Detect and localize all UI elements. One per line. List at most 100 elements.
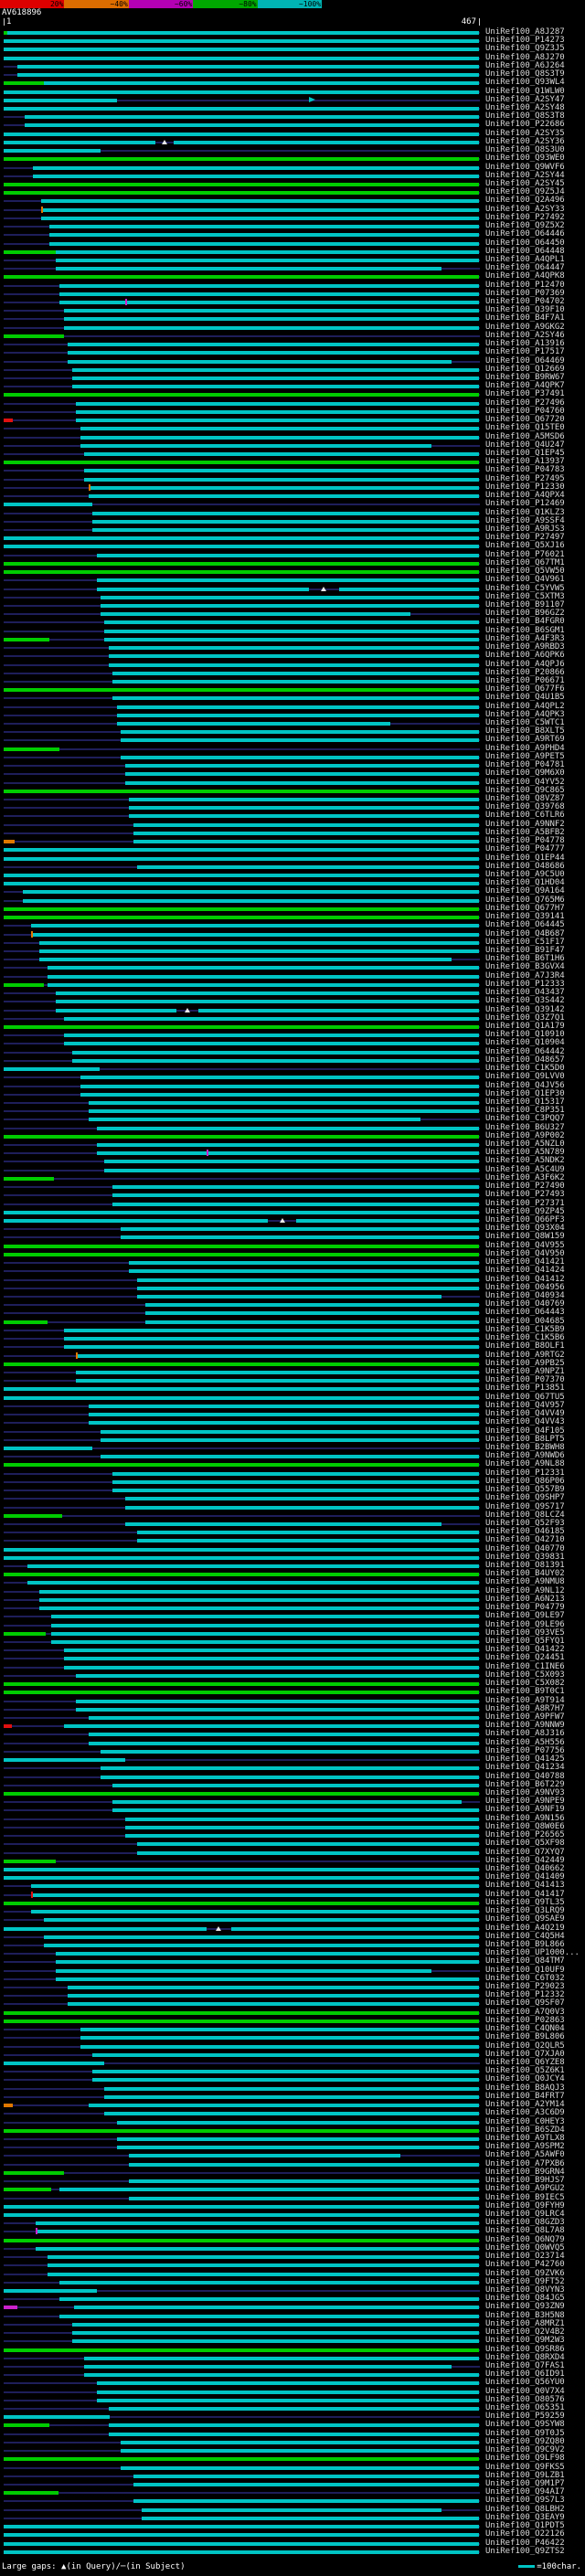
hit-label[interactable]: UniRef100_Q93WL4 bbox=[485, 79, 565, 87]
hit-bar[interactable] bbox=[4, 1210, 479, 1214]
hit-bar[interactable] bbox=[4, 39, 479, 44]
hit-bar[interactable] bbox=[137, 1277, 479, 1282]
hit-bar[interactable] bbox=[55, 1000, 479, 1004]
hit-bar[interactable] bbox=[4, 856, 479, 861]
hit-bar[interactable] bbox=[129, 2154, 401, 2158]
hit-bar[interactable] bbox=[4, 2288, 97, 2293]
hit-bar[interactable] bbox=[124, 772, 479, 777]
hit-bar[interactable] bbox=[59, 283, 479, 288]
hit-bar[interactable] bbox=[68, 359, 452, 364]
hit-bar[interactable] bbox=[4, 874, 479, 877]
hit-bar[interactable] bbox=[4, 1387, 479, 1392]
hit-bar[interactable] bbox=[4, 2238, 479, 2242]
hit-label[interactable]: UniRef100_Q93WE0 bbox=[485, 154, 565, 163]
hit-bar[interactable] bbox=[4, 503, 93, 507]
hit-bar[interactable] bbox=[4, 545, 479, 549]
hit-bar[interactable] bbox=[124, 780, 479, 785]
hit-bar[interactable] bbox=[296, 1219, 479, 1224]
hit-bar[interactable] bbox=[55, 1968, 431, 1973]
hit-bar[interactable] bbox=[88, 1109, 479, 1114]
hit-label[interactable]: UniRef100_Q5XF98 bbox=[485, 1839, 565, 1848]
hit-bar[interactable] bbox=[76, 409, 479, 414]
hit-bar[interactable] bbox=[16, 73, 479, 78]
hit-bar[interactable] bbox=[35, 2230, 479, 2234]
hit-bar[interactable] bbox=[4, 1682, 479, 1687]
hit-bar[interactable] bbox=[4, 419, 14, 423]
hit-bar[interactable] bbox=[4, 2188, 52, 2192]
hit-bar[interactable] bbox=[129, 806, 479, 811]
hit-bar[interactable] bbox=[51, 1623, 479, 1627]
hit-bar[interactable] bbox=[116, 2120, 479, 2125]
hit-bar[interactable] bbox=[49, 225, 479, 229]
hit-bar[interactable] bbox=[55, 249, 479, 254]
hit-bar[interactable] bbox=[80, 1092, 479, 1097]
hit-bar[interactable] bbox=[27, 1581, 479, 1585]
hit-bar[interactable] bbox=[4, 1573, 479, 1577]
hit-bar[interactable] bbox=[68, 1986, 479, 1990]
hit-bar[interactable] bbox=[39, 940, 479, 945]
hit-bar[interactable] bbox=[63, 1034, 479, 1038]
hit-bar[interactable] bbox=[112, 1185, 479, 1190]
hit-bar[interactable] bbox=[4, 561, 479, 566]
hit-bar[interactable] bbox=[4, 1876, 479, 1881]
hit-bar[interactable] bbox=[71, 2331, 479, 2336]
hit-label[interactable]: UniRef100_Q9LE97 bbox=[485, 1612, 565, 1620]
hit-bar[interactable] bbox=[101, 1429, 479, 1434]
hit-bar[interactable] bbox=[71, 367, 479, 372]
hit-bar[interactable] bbox=[84, 452, 479, 456]
hit-bar[interactable] bbox=[112, 696, 479, 701]
hit-bar[interactable] bbox=[4, 1867, 479, 1871]
hit-bar[interactable] bbox=[124, 1497, 479, 1501]
hit-bar[interactable] bbox=[4, 637, 50, 641]
hit-label[interactable]: UniRef100_P42760 bbox=[485, 2261, 565, 2269]
hit-bar[interactable] bbox=[121, 1235, 479, 1240]
hit-bar[interactable] bbox=[39, 1597, 479, 1602]
hit-bar[interactable] bbox=[116, 722, 390, 726]
hit-bar[interactable] bbox=[116, 2137, 479, 2141]
hit-bar[interactable] bbox=[71, 1058, 479, 1063]
hit-bar[interactable] bbox=[145, 1303, 479, 1308]
hit-bar[interactable] bbox=[92, 2070, 479, 2074]
hit-bar[interactable] bbox=[4, 275, 479, 280]
hit-bar[interactable] bbox=[137, 1850, 479, 1855]
hit-bar[interactable] bbox=[4, 149, 101, 154]
hit-bar[interactable] bbox=[88, 1421, 479, 1426]
hit-bar[interactable] bbox=[4, 334, 64, 338]
hit-bar[interactable] bbox=[4, 2525, 479, 2529]
hit-bar[interactable] bbox=[68, 2002, 479, 2007]
hit-label[interactable]: UniRef100_Q9SHP7 bbox=[485, 1494, 565, 1502]
hit-bar[interactable] bbox=[4, 1724, 12, 1729]
hit-bar[interactable] bbox=[31, 932, 479, 937]
hit-bar[interactable] bbox=[63, 1337, 479, 1341]
hit-bar[interactable] bbox=[63, 1345, 479, 1350]
hit-bar[interactable] bbox=[121, 738, 479, 743]
hit-label[interactable]: UniRef100_A6QPK6 bbox=[485, 652, 565, 660]
hit-bar[interactable] bbox=[55, 991, 479, 996]
hit-label[interactable]: UniRef100_Q9SAE9 bbox=[485, 1915, 565, 1924]
hit-bar[interactable] bbox=[49, 233, 479, 238]
hit-bar[interactable] bbox=[43, 1943, 479, 1947]
hit-label[interactable]: UniRef100_O64446 bbox=[485, 230, 565, 239]
hit-bar[interactable] bbox=[108, 663, 479, 667]
hit-bar[interactable] bbox=[4, 2491, 59, 2496]
hit-bar[interactable] bbox=[121, 2465, 479, 2470]
hit-bar[interactable] bbox=[80, 2028, 479, 2032]
hit-bar[interactable] bbox=[27, 1564, 479, 1569]
hit-bar[interactable] bbox=[112, 1202, 479, 1206]
hit-bar[interactable] bbox=[55, 258, 479, 262]
hit-bar[interactable] bbox=[92, 519, 479, 524]
hit-bar[interactable] bbox=[4, 393, 479, 398]
hit-bar[interactable] bbox=[124, 1825, 479, 1829]
hit-bar[interactable] bbox=[4, 48, 479, 52]
hit-label[interactable]: UniRef100_P04777 bbox=[485, 845, 565, 853]
hit-label[interactable]: UniRef100_B9T0C1 bbox=[485, 1688, 565, 1696]
hit-bar[interactable] bbox=[80, 1084, 479, 1088]
hit-bar[interactable] bbox=[88, 485, 479, 490]
hit-bar[interactable] bbox=[4, 1219, 268, 1224]
hit-bar[interactable] bbox=[4, 191, 479, 196]
hit-bar[interactable] bbox=[84, 477, 479, 482]
hit-bar[interactable] bbox=[141, 2516, 479, 2520]
hit-bar[interactable] bbox=[63, 1665, 479, 1670]
hit-bar[interactable] bbox=[96, 2398, 479, 2402]
hit-bar[interactable] bbox=[133, 2474, 479, 2478]
